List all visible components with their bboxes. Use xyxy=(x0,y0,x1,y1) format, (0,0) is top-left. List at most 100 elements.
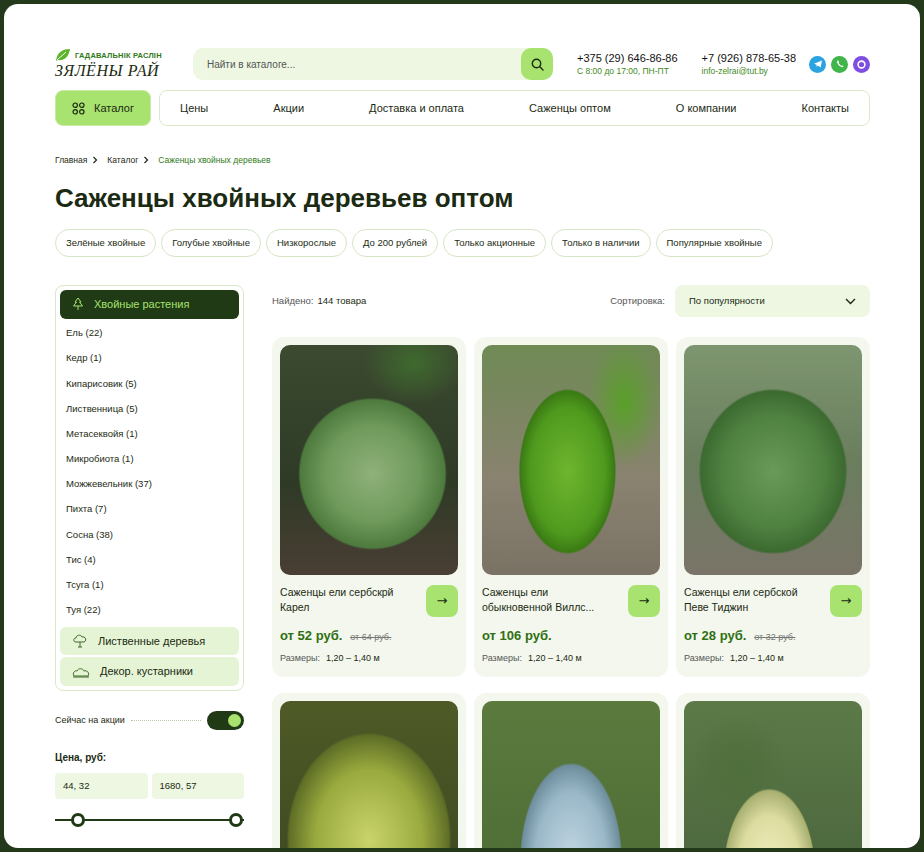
contact-phone[interactable]: +7 (926) 878-65-38 xyxy=(702,51,796,65)
nav-link[interactable]: Доставка и оплата xyxy=(361,100,472,117)
product-area: Найдено:144 товараСортировка:По популярн… xyxy=(272,285,870,848)
product-card[interactable]: Саженцы ели сербскрй Карел→от 52 руб.от … xyxy=(272,337,466,677)
category-item[interactable]: Пихта (7) xyxy=(60,497,239,522)
category-item[interactable]: Тсуга (1) xyxy=(60,573,239,598)
breadcrumb-item: Саженцы хвойных деревьев xyxy=(158,154,270,167)
breadcrumb-item[interactable]: Главная xyxy=(55,154,87,167)
logo-name: ЗЯЛЁНЫ РАЙ xyxy=(55,62,177,80)
sale-label: Сейчас на акции xyxy=(55,714,125,728)
nav-link[interactable]: О компании xyxy=(668,100,745,117)
category-item[interactable]: Метасеквойя (1) xyxy=(60,421,239,446)
product-photo[interactable] xyxy=(280,345,458,575)
product-photo[interactable] xyxy=(684,701,862,848)
filter-chip[interactable]: Зелёные хвойные xyxy=(55,229,156,257)
price-inputs xyxy=(55,773,244,799)
price-slider-low-thumb[interactable] xyxy=(71,813,85,827)
product-title[interactable]: Саженцы ели сербской Певе Тиджин xyxy=(684,585,822,615)
price-slider-high-thumb[interactable] xyxy=(229,813,243,827)
nav-link[interactable]: Цены xyxy=(172,100,216,117)
category-group-label: Хвойные растения xyxy=(94,296,189,313)
category-item[interactable]: Тис (4) xyxy=(60,547,239,572)
filter-chip[interactable]: Популярные хвойные xyxy=(656,229,773,257)
nav-link[interactable]: Акции xyxy=(265,100,312,117)
category-group[interactable]: Декор. кустарники xyxy=(60,657,239,686)
search-button[interactable] xyxy=(521,48,553,80)
product-card[interactable]: Саженцы ели сербской Певе Тиджин → от 28 р… xyxy=(676,337,870,677)
nav-menu: Цены Акции Доставка и оплата Саженцы оптом О… xyxy=(159,90,870,126)
breadcrumb-item[interactable]: Каталог xyxy=(107,154,138,167)
category-group[interactable]: Лиственные деревья xyxy=(60,627,239,656)
filter-chip[interactable]: Голубые хвойные xyxy=(161,229,261,257)
category-item[interactable]: Кедр (1) xyxy=(60,346,239,371)
product-card[interactable] xyxy=(474,693,668,848)
social-viber[interactable] xyxy=(853,56,870,73)
price-min-input[interactable] xyxy=(55,773,148,799)
grid-icon xyxy=(72,102,85,115)
sort-dropdown[interactable]: По популярности xyxy=(675,285,870,317)
product-card[interactable]: Саженцы ели обыкновенной Виллс... → от 106… xyxy=(474,337,668,677)
catalog-button[interactable]: Каталог xyxy=(55,90,151,126)
price-slider[interactable] xyxy=(55,819,244,821)
product-price-row: от 28 руб.от 32 руб. xyxy=(684,626,862,646)
logo-tagline-row: ГАДАВАЛЬНІК РАСЛІН xyxy=(55,48,177,62)
product-old-price: от 64 руб. xyxy=(350,631,391,645)
toggle-knob xyxy=(228,714,241,727)
product-photo[interactable] xyxy=(280,701,458,848)
product-title-row: Саженцы ели сербскрй Карел → xyxy=(280,585,458,617)
search-input[interactable] xyxy=(193,51,521,78)
filter-chip[interactable]: Низкорослые xyxy=(266,229,347,257)
page-title: Саженцы хвойных деревьев оптом xyxy=(55,183,870,214)
product-size-value: 1,20 – 1,40 м xyxy=(326,652,380,666)
contact[interactable]: +7 (926) 878-65-38info-zelrai@tut.by xyxy=(702,51,796,76)
logo-tagline: ГАДАВАЛЬНІК РАСЛІН xyxy=(75,50,162,61)
product-open-button[interactable]: → xyxy=(830,585,862,617)
header: ГАДАВАЛЬНІК РАСЛІНЗЯЛЁНЫ РАЙ +375 (29) 64… xyxy=(55,48,870,80)
social-telegram[interactable] xyxy=(809,56,826,73)
conifer-icon xyxy=(72,297,84,311)
product-title[interactable]: Саженцы ели сербскрй Карел xyxy=(280,585,418,615)
product-size: Размеры:1,20 – 1,40 м xyxy=(684,652,862,666)
product-open-button[interactable]: → xyxy=(426,585,458,617)
social-whatsapp[interactable] xyxy=(831,56,848,73)
product-photo[interactable] xyxy=(482,345,660,575)
category-item[interactable]: Сосна (38) xyxy=(60,522,239,547)
category-item[interactable]: Туя (22) xyxy=(60,598,239,623)
sale-toggle[interactable] xyxy=(207,711,244,730)
sidebar: Хвойные растения Ель (22)Кедр (1)Кипарисо… xyxy=(55,285,244,821)
search-field xyxy=(193,48,553,80)
leaf-icon xyxy=(55,48,71,62)
results-bar: Найдено:144 товараСортировка:По популярн… xyxy=(272,285,870,317)
product-photo[interactable] xyxy=(684,345,862,575)
whatsapp-icon xyxy=(835,59,845,69)
dotted-leader xyxy=(131,720,201,721)
category-group[interactable]: Хвойные растения xyxy=(60,290,239,319)
product-title-row: Саженцы ели сербской Певе Тиджин → xyxy=(684,585,862,617)
product-photo[interactable] xyxy=(482,701,660,848)
category-item[interactable]: Можжевельник (37) xyxy=(60,472,239,497)
product-size-label: Размеры: xyxy=(280,652,320,666)
contact-phone[interactable]: +375 (29) 646-86-86 xyxy=(577,51,678,65)
logo[interactable]: ГАДАВАЛЬНІК РАСЛІНЗЯЛЁНЫ РАЙ xyxy=(55,48,177,80)
category-item[interactable]: Микробиота (1) xyxy=(60,447,239,472)
product-card[interactable] xyxy=(676,693,870,848)
category-group-label: Декор. кустарники xyxy=(100,663,193,680)
nav-link[interactable]: Саженцы оптом xyxy=(521,100,619,117)
category-item[interactable]: Ель (22) xyxy=(60,321,239,346)
product-open-button[interactable]: → xyxy=(628,585,660,617)
sort-label: Сортировка: xyxy=(610,294,665,308)
product-card[interactable] xyxy=(272,693,466,848)
category-item[interactable]: Лиственница (5) xyxy=(60,396,239,421)
main-area: Хвойные растения Ель (22)Кедр (1)Кипарисо… xyxy=(55,285,870,848)
price-max-input[interactable] xyxy=(152,773,245,799)
product-price-row: от 106 руб. xyxy=(482,626,660,646)
contact[interactable]: +375 (29) 646-86-86С 8:00 до 17:00, ПН-П… xyxy=(577,51,678,76)
viber-icon xyxy=(856,59,867,70)
nav-link[interactable]: Контакты xyxy=(793,100,857,117)
product-title[interactable]: Саженцы ели обыкновенной Виллс... xyxy=(482,585,620,615)
main-nav: Каталог Цены Акции Доставка и оплата Саженцы… xyxy=(55,90,870,126)
filter-chip[interactable]: Только в наличии xyxy=(551,229,650,257)
filter-chip[interactable]: Только акционные xyxy=(443,229,546,257)
product-price: от 28 руб. xyxy=(684,626,746,646)
filter-chip[interactable]: До 200 рублей xyxy=(352,229,438,257)
category-item[interactable]: Кипарисовик (5) xyxy=(60,371,239,396)
